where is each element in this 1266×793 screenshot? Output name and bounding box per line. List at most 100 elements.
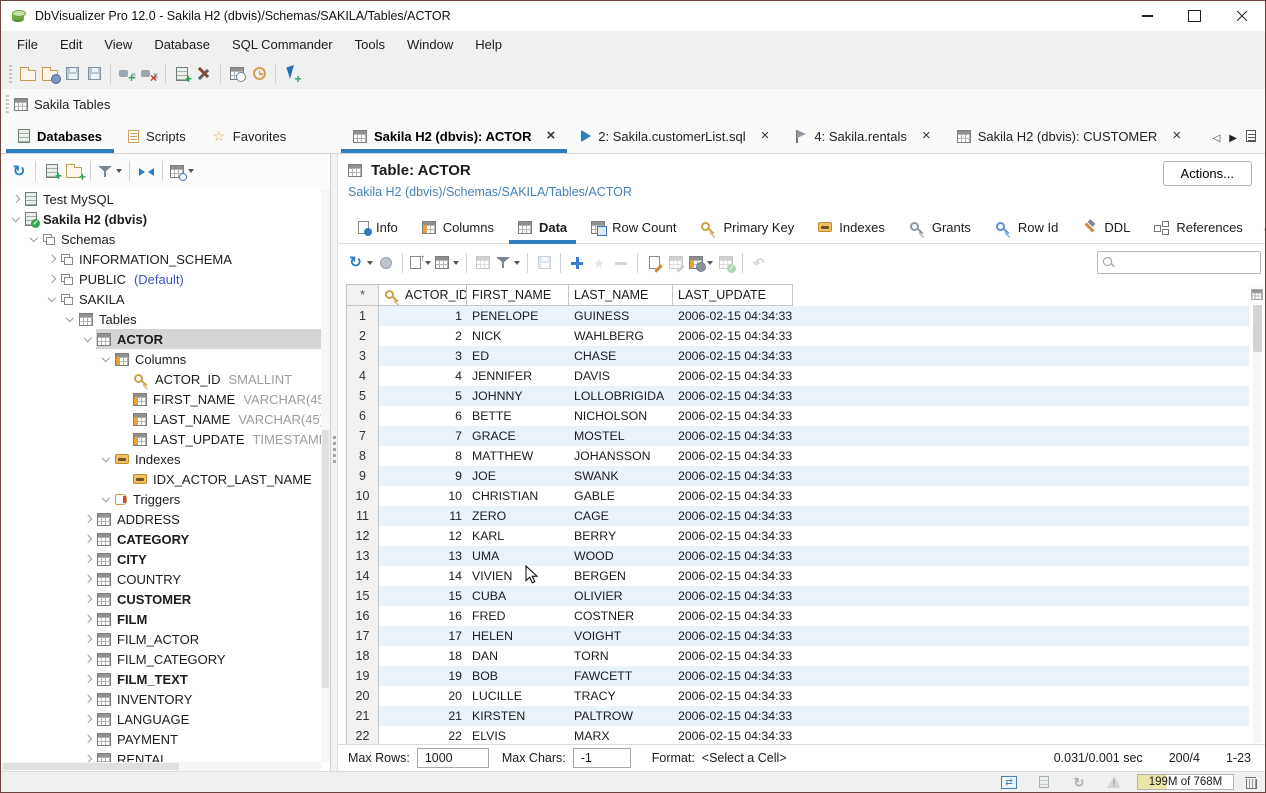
cell-first_name[interactable]: HELEN — [467, 626, 569, 646]
row-number[interactable]: 18 — [346, 646, 379, 666]
menu-database[interactable]: Database — [143, 31, 221, 58]
row-number[interactable]: 12 — [346, 526, 379, 546]
cell-last_update[interactable]: 2006-02-15 04:34:33 — [673, 446, 793, 466]
cell-first_name[interactable]: JENNIFER — [467, 366, 569, 386]
tree-item-city[interactable]: CITY — [1, 549, 321, 569]
breadcrumb[interactable]: Sakila H2 (dbvis)/Schemas/SAKILA/Tables/… — [348, 185, 1265, 199]
cell-first_name[interactable]: VIVIEN — [467, 566, 569, 586]
cell-first_name[interactable]: CHRISTIAN — [467, 486, 569, 506]
export-button[interactable] — [408, 251, 433, 275]
refresh-button[interactable] — [8, 159, 30, 183]
cell-last_name[interactable]: LOLLOBRIGIDA — [569, 386, 673, 406]
search-input[interactable] — [1119, 254, 1260, 271]
cell-last_update[interactable]: 2006-02-15 04:34:33 — [673, 326, 793, 346]
cell-first_name[interactable]: JOE — [467, 466, 569, 486]
chevron-down-icon[interactable] — [25, 235, 42, 243]
row-number[interactable]: 13 — [346, 546, 379, 566]
cell-last_name[interactable]: MARX — [569, 726, 673, 744]
chevron-right-icon[interactable] — [43, 255, 60, 263]
memory-indicator[interactable]: 199M of 768M — [1137, 774, 1234, 790]
subtab-indexes[interactable]: Indexes — [806, 211, 897, 243]
cell-actor_id[interactable]: 10 — [379, 486, 467, 506]
cell-last_name[interactable]: BERGEN — [569, 566, 673, 586]
close-tab-icon[interactable]: × — [546, 129, 555, 143]
subtab-info[interactable]: Info — [346, 211, 410, 243]
tab-databases[interactable]: Databases — [5, 119, 115, 153]
cell-actor_id[interactable]: 7 — [379, 426, 467, 446]
cell-last_name[interactable]: NICHOLSON — [569, 406, 673, 426]
chevron-right-icon[interactable] — [79, 535, 96, 543]
cell-last_name[interactable]: PALTROW — [569, 706, 673, 726]
chevron-right-icon[interactable] — [79, 715, 96, 723]
cell-first_name[interactable]: ZERO — [467, 506, 569, 526]
row-number[interactable]: 15 — [346, 586, 379, 606]
sync-button[interactable] — [1068, 770, 1090, 793]
cell-actor_id[interactable]: 6 — [379, 406, 467, 426]
grid-search-box[interactable] — [1097, 251, 1261, 274]
cell-actor_id[interactable]: 12 — [379, 526, 467, 546]
filter-button[interactable] — [494, 251, 522, 275]
table-check-button[interactable] — [715, 251, 737, 275]
max-chars-input[interactable]: -1 — [573, 748, 631, 768]
tree-item-idx-actor-last-name[interactable]: IDX_ACTOR_LAST_NAME1:LAST — [1, 469, 321, 489]
cell-last_name[interactable]: BERRY — [569, 526, 673, 546]
cell-last_name[interactable]: DAVIS — [569, 366, 673, 386]
edit-button[interactable] — [643, 251, 665, 275]
row-number[interactable]: 3 — [346, 346, 379, 366]
subtab-references[interactable]: References — [1142, 211, 1254, 243]
chevron-right-icon[interactable] — [7, 195, 24, 203]
tree-item-rental[interactable]: RENTAL — [1, 749, 321, 762]
cell-last_update[interactable]: 2006-02-15 04:34:33 — [673, 526, 793, 546]
row-number[interactable]: 14 — [346, 566, 379, 586]
cell-last_name[interactable]: VOIGHT — [569, 626, 673, 646]
tree-item-actor[interactable]: ACTOR — [1, 329, 321, 349]
conn-add-button[interactable] — [41, 159, 63, 183]
cell-first_name[interactable]: LUCILLE — [467, 686, 569, 706]
cell-last_update[interactable]: 2006-02-15 04:34:33 — [673, 406, 793, 426]
chevron-right-icon[interactable] — [79, 675, 96, 683]
cell-last_update[interactable]: 2006-02-15 04:34:33 — [673, 426, 793, 446]
cell-first_name[interactable]: ELVIS — [467, 726, 569, 744]
row-number[interactable]: 8 — [346, 446, 379, 466]
cell-first_name[interactable]: KIRSTEN — [467, 706, 569, 726]
dropdown-arrow-icon[interactable] — [514, 261, 520, 265]
chevron-down-icon[interactable] — [79, 335, 96, 343]
row-number[interactable]: 1 — [346, 306, 379, 326]
tree-item-sakila-h2-dbvis-[interactable]: Sakila H2 (dbvis) — [1, 209, 321, 229]
panel-splitter[interactable] — [331, 154, 338, 771]
row-number[interactable]: 7 — [346, 426, 379, 446]
chevron-down-icon[interactable] — [97, 455, 114, 463]
cell-actor_id[interactable]: 21 — [379, 706, 467, 726]
row-number[interactable]: 11 — [346, 506, 379, 526]
dropdown-arrow-icon[interactable] — [425, 261, 431, 265]
chevron-right-icon[interactable] — [79, 615, 96, 623]
cell-first_name[interactable]: BETTE — [467, 406, 569, 426]
tab-4-sakila-rentals[interactable]: 4: Sakila.rentals× — [782, 119, 943, 153]
cell-actor_id[interactable]: 4 — [379, 366, 467, 386]
column-header-last_update[interactable]: LAST_UPDATE — [673, 284, 793, 306]
table-button[interactable] — [433, 251, 461, 275]
trash-icon[interactable] — [1246, 776, 1256, 789]
cell-first_name[interactable]: NICK — [467, 326, 569, 346]
cell-actor_id[interactable]: 22 — [379, 726, 467, 744]
prev-tab-icon[interactable] — [1213, 129, 1221, 144]
cell-actor_id[interactable]: 14 — [379, 566, 467, 586]
tree-item-triggers[interactable]: Triggers — [1, 489, 321, 509]
cell-last_name[interactable]: WAHLBERG — [569, 326, 673, 346]
column-header-last_name[interactable]: LAST_NAME — [569, 284, 673, 306]
minus-button[interactable] — [610, 251, 632, 275]
connect-button[interactable] — [116, 62, 138, 86]
server-plus-button[interactable] — [171, 62, 193, 86]
row-number[interactable]: 22 — [346, 726, 379, 744]
cell-last_update[interactable]: 2006-02-15 04:34:33 — [673, 726, 793, 744]
cell-last_name[interactable]: MOSTEL — [569, 426, 673, 446]
close-tab-icon[interactable]: × — [761, 129, 770, 143]
save-button[interactable] — [61, 62, 83, 86]
cell-last_name[interactable]: TRACY — [569, 686, 673, 706]
row-number[interactable]: 21 — [346, 706, 379, 726]
grid-clock-button[interactable] — [226, 62, 248, 86]
menu-sql-commander[interactable]: SQL Commander — [221, 31, 344, 58]
menu-tools[interactable]: Tools — [344, 31, 396, 58]
clock-button[interactable] — [248, 62, 270, 86]
tree-item-last-update[interactable]: LAST_UPDATETIMESTAMP — [1, 429, 321, 449]
